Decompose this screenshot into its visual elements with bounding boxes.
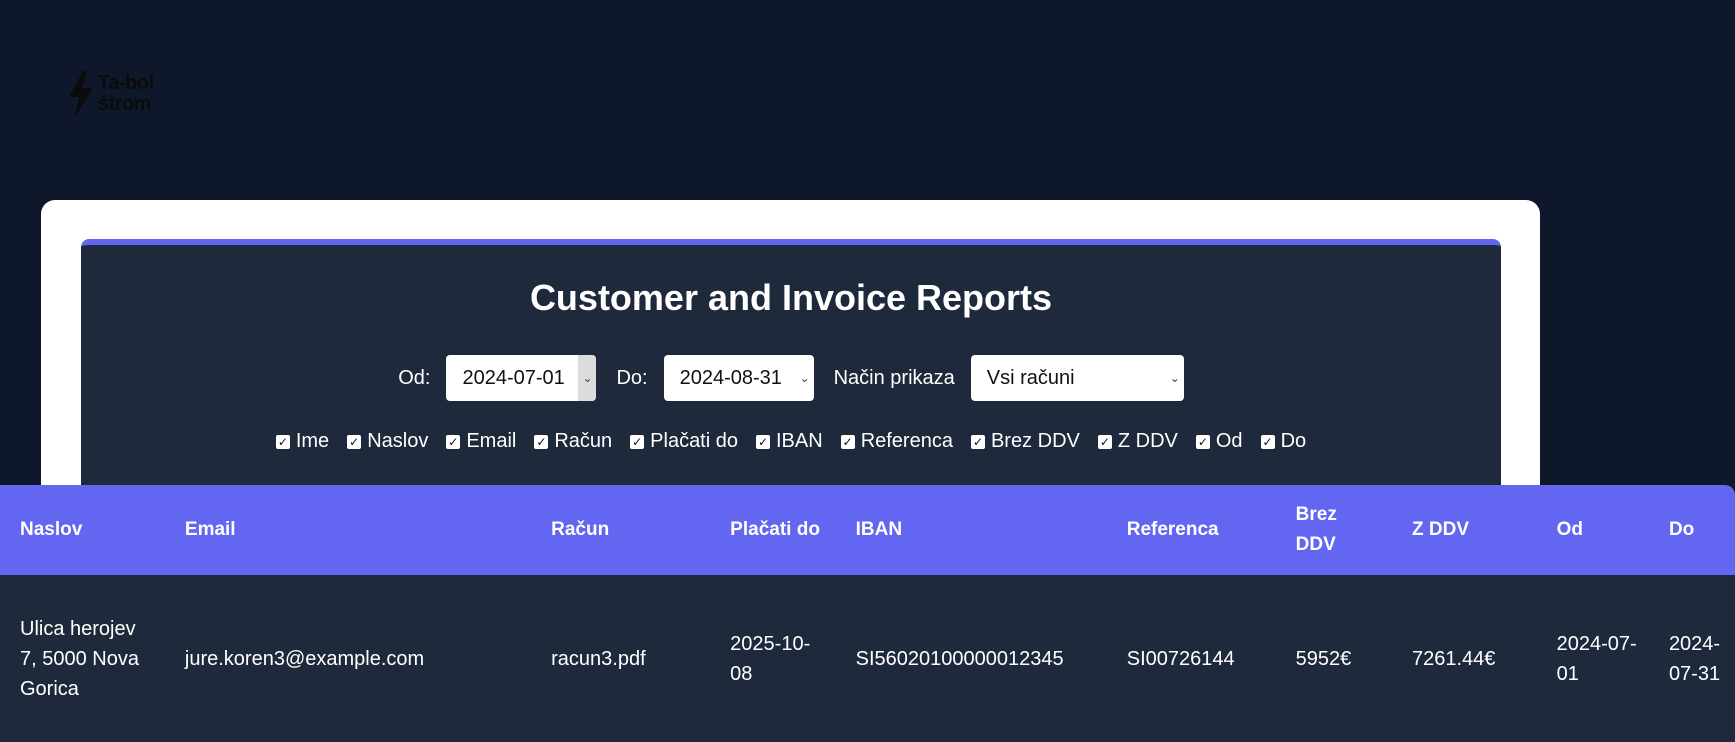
column-toggle-label: Brez DDV — [990, 430, 1080, 452]
chevron-down-icon[interactable]: ⌄ — [796, 355, 814, 401]
from-date-label: Od: — [398, 366, 431, 389]
cell-email: jure.koren3@example.com — [184, 647, 425, 670]
table-row: Ulica herojev 7, 5000 Nova Gorica jure.k… — [0, 575, 1735, 742]
cell-referenca: SI00726144 — [1126, 647, 1235, 670]
column-toggle-label: Ime — [295, 430, 330, 452]
column-toggle-naslov[interactable]: ✓ Naslov — [347, 430, 428, 453]
column-toggle-label: Referenca — [860, 430, 953, 452]
display-mode-value: Vsi računi — [986, 366, 1075, 389]
cell-od: 2024-07-01 — [1556, 632, 1637, 685]
checkbox-checked-icon[interactable]: ✓ — [970, 434, 985, 449]
column-toggle-placati-do[interactable]: ✓ Plačati do — [630, 430, 738, 453]
column-toggle-label: Od — [1215, 430, 1243, 452]
column-toggle-label: Do — [1280, 430, 1307, 452]
column-toggle-iban[interactable]: ✓ IBAN — [756, 430, 823, 453]
column-header[interactable]: Do — [1649, 485, 1735, 575]
display-mode-select[interactable]: Vsi računi ⌄ — [970, 355, 1184, 401]
checkbox-checked-icon[interactable]: ✓ — [1195, 434, 1210, 449]
to-date-label: Do: — [616, 366, 648, 389]
column-header[interactable]: Z DDV — [1392, 485, 1537, 575]
cell-iban: SI56020100000012345 — [855, 647, 1064, 670]
cell-naslov: Ulica herojev 7, 5000 Nova Gorica — [20, 617, 139, 700]
checkbox-checked-icon[interactable]: ✓ — [1260, 434, 1275, 449]
logo-text: Ta-bol štrom — [98, 73, 154, 115]
logo-line-2: štrom — [98, 93, 152, 115]
to-date-input[interactable]: 2024-08-31 ⌄ — [663, 355, 814, 401]
logo[interactable]: Ta-bol štrom — [66, 70, 154, 118]
logo-line-1: Ta-bol — [98, 72, 154, 94]
display-mode-label: Način prikaza — [833, 366, 955, 389]
checkbox-checked-icon[interactable]: ✓ — [1097, 434, 1112, 449]
column-header[interactable]: Račun — [531, 485, 710, 575]
column-toggle-label: Račun — [554, 430, 613, 452]
chevron-down-icon[interactable]: ⌄ — [578, 355, 597, 401]
cell-racun[interactable]: racun3.pdf — [531, 575, 710, 742]
page: Ta-bol štrom Customer and Invoice Report… — [0, 0, 1735, 742]
column-toggle-label: Email — [466, 430, 517, 452]
column-toggle-do[interactable]: ✓ Do — [1260, 430, 1307, 453]
column-toggle-racun[interactable]: ✓ Račun — [534, 430, 612, 453]
column-toggle-ime[interactable]: ✓ Ime — [275, 430, 330, 453]
column-header[interactable]: Od — [1537, 485, 1649, 575]
column-toggle-label: Naslov — [367, 430, 429, 452]
checkbox-checked-icon[interactable]: ✓ — [446, 434, 461, 449]
checkbox-checked-icon[interactable]: ✓ — [756, 434, 770, 449]
column-toggle-z-ddv[interactable]: ✓ Z DDV — [1097, 430, 1178, 453]
checkbox-checked-icon[interactable]: ✓ — [630, 434, 645, 449]
column-header[interactable]: Plačati do — [710, 485, 835, 575]
checkbox-checked-icon[interactable]: ✓ — [840, 434, 855, 449]
column-toggles: ✓ Ime ✓ Naslov ✓ Email ✓ Račun ✓ Plačati do ✓… — [81, 430, 1501, 453]
column-header[interactable]: Referenca — [1107, 485, 1276, 575]
column-toggle-label: Plačati do — [650, 430, 738, 452]
cell-do: 2024-07-31 — [1668, 632, 1721, 685]
checkbox-checked-icon[interactable]: ✓ — [347, 434, 362, 449]
lightning-bolt-icon — [69, 71, 93, 117]
report-table: Naslov Email Račun Plačati do IBAN Refer… — [0, 485, 1735, 742]
report-table-wrapper[interactable]: Naslov Email Račun Plačati do IBAN Refer… — [0, 485, 1735, 742]
checkbox-checked-icon[interactable]: ✓ — [275, 434, 290, 449]
page-title: Customer and Invoice Reports — [529, 277, 1053, 318]
column-toggle-referenca[interactable]: ✓ Referenca — [840, 430, 953, 453]
column-header[interactable]: Email — [165, 485, 531, 575]
table-header-row: Naslov Email Račun Plačati do IBAN Refer… — [0, 485, 1735, 575]
column-header[interactable]: Brez DDV — [1276, 485, 1392, 575]
column-header[interactable]: IBAN — [836, 485, 1107, 575]
checkbox-checked-icon[interactable]: ✓ — [534, 434, 549, 449]
from-date-value: 2024-07-01 — [462, 366, 565, 389]
chevron-down-icon[interactable]: ⌄ — [1166, 355, 1184, 401]
column-toggle-email[interactable]: ✓ Email — [446, 430, 516, 453]
column-toggle-brez-ddv[interactable]: ✓ Brez DDV — [970, 430, 1080, 453]
to-date-value: 2024-08-31 — [679, 366, 782, 389]
column-header[interactable]: Naslov — [0, 485, 165, 575]
cell-placati-do: 2025-10-08 — [730, 632, 811, 685]
cell-z-ddv: 7261.44€ — [1412, 647, 1496, 670]
filters-bar: Od: 2024-07-01 ⌄ Do: 2024-08-31 ⌄ Način … — [81, 355, 1501, 401]
from-date-input[interactable]: 2024-07-01 ⌄ — [446, 355, 597, 401]
column-toggle-label: IBAN — [776, 430, 823, 452]
column-toggle-label: Z DDV — [1117, 430, 1178, 452]
column-toggle-od[interactable]: ✓ Od — [1195, 430, 1243, 453]
cell-brez-ddv: 5952€ — [1295, 647, 1352, 670]
